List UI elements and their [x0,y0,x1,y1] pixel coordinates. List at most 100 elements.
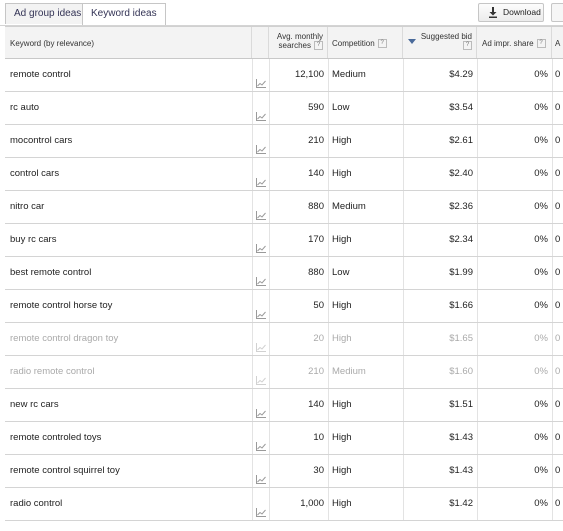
table-row[interactable]: remote controled toys 10 High $1.43 0% 0 [5,422,563,455]
keyword-cell[interactable]: rc auto [10,92,250,124]
column-header-competition[interactable]: Competition? [328,27,403,58]
suggested-bid-cell: $1.60 [449,366,473,377]
next-column-cell: 0 [555,267,561,278]
table-row[interactable]: best remote control 880 Low $1.99 0% 0 [5,257,563,290]
column-label-competition: Competition [332,39,375,48]
next-column-cell: 0 [555,168,561,179]
help-icon[interactable]: ? [377,39,387,49]
next-column-cell: 0 [555,69,561,80]
keyword-cell[interactable]: remote control squirrel toy [10,455,250,487]
trend-cell [252,191,269,223]
table-row[interactable]: radio control 1,000 High $1.42 0% 0 [5,488,563,521]
avg-monthly-searches-cell: 20 [313,333,324,344]
next-column-cell: 0 [555,234,561,245]
competition-cell: High [332,465,352,476]
tab-keyword-ideas[interactable]: Keyword ideas [82,3,166,26]
trend-chart-icon[interactable] [256,400,266,418]
table-row[interactable]: mocontrol cars 210 High $2.61 0% 0 [5,125,563,158]
help-icon[interactable]: ? [463,41,472,51]
keyword-cell[interactable]: control cars [10,158,250,190]
keyword-cell[interactable]: buy rc cars [10,224,250,256]
trend-chart-icon[interactable] [256,499,266,517]
tab-ad-group-ideas[interactable]: Ad group ideas [5,3,91,24]
trend-cell [252,59,269,91]
next-column-cell: 0 [555,333,561,344]
toolbar-overflow-button[interactable] [551,3,563,22]
column-header-suggested-bid[interactable]: Suggested bid ? [403,27,477,58]
trend-cell [252,290,269,322]
sort-descending-icon [408,39,416,44]
column-header-next[interactable]: A [552,27,563,58]
column-header-keyword[interactable]: Keyword (by relevance) [5,27,252,58]
competition-cell: High [332,168,352,179]
keyword-cell[interactable]: radio control [10,488,250,520]
table-row[interactable]: remote control squirrel toy 30 High $1.43 0%… [5,455,563,488]
table-row[interactable]: nitro car 880 Medium $2.36 0% 0 [5,191,563,224]
keyword-cell[interactable]: mocontrol cars [10,125,250,157]
next-column-cell: 0 [555,432,561,443]
column-divider [328,422,329,454]
keyword-cell[interactable]: new rc cars [10,389,250,421]
table-row[interactable]: radio remote control 210 Medium $1.60 0% 0 [5,356,563,389]
keyword-cell[interactable]: remote control dragon toy [10,323,250,355]
column-header-avg-monthly-searches[interactable]: Avg. monthly searches? [269,27,328,58]
help-icon[interactable]: ? [536,39,546,49]
trend-chart-icon[interactable] [256,103,266,121]
ad-impr-share-cell: 0% [534,69,548,80]
avg-monthly-searches-cell: 880 [308,267,324,278]
ad-impr-share-cell: 0% [534,366,548,377]
avg-monthly-searches-cell: 12,100 [294,69,324,80]
column-header-trend [252,27,269,58]
column-divider [328,389,329,421]
suggested-bid-cell: $3.54 [449,102,473,113]
avg-monthly-searches-cell: 140 [308,168,324,179]
trend-chart-icon[interactable] [256,136,266,154]
column-divider [328,59,329,91]
download-button[interactable]: Download [478,3,544,22]
keyword-cell[interactable]: radio remote control [10,356,250,388]
column-label-keyword: Keyword (by relevance) [10,39,95,48]
competition-cell: High [332,498,352,509]
keyword-cell[interactable]: remote controled toys [10,422,250,454]
suggested-bid-cell: $2.61 [449,135,473,146]
keyword-cell[interactable]: remote control horse toy [10,290,250,322]
help-icon[interactable]: ? [314,41,323,51]
trend-chart-icon[interactable] [256,70,266,88]
trend-chart-icon[interactable] [256,301,266,319]
table-row[interactable]: remote control horse toy 50 High $1.66 0% 0 [5,290,563,323]
table-row[interactable]: remote control 12,100 Medium $4.29 0% 0 [5,59,563,92]
next-column-cell: 0 [555,465,561,476]
trend-chart-icon[interactable] [256,169,266,187]
next-column-cell: 0 [555,300,561,311]
table-row[interactable]: rc auto 590 Low $3.54 0% 0 [5,92,563,125]
column-divider [328,257,329,289]
trend-cell [252,488,269,520]
table-row[interactable]: remote control dragon toy 20 High $1.65 0% 0 [5,323,563,356]
competition-cell: Medium [332,201,366,212]
trend-chart-icon[interactable] [256,367,266,385]
column-header-ad-impr-share[interactable]: Ad impr. share? [477,27,552,58]
trend-chart-icon[interactable] [256,235,266,253]
trend-chart-icon[interactable] [256,334,266,352]
column-divider [328,356,329,388]
suggested-bid-cell: $1.66 [449,300,473,311]
trend-chart-icon[interactable] [256,433,266,451]
keyword-cell[interactable]: remote control [10,59,250,91]
table-row[interactable]: buy rc cars 170 High $2.34 0% 0 [5,224,563,257]
trend-chart-icon[interactable] [256,268,266,286]
keyword-ideas-table: Keyword (by relevance) Avg. monthly sear… [5,26,563,521]
trend-chart-icon[interactable] [256,202,266,220]
competition-cell: High [332,333,352,344]
avg-monthly-searches-cell: 210 [308,135,324,146]
trend-chart-icon[interactable] [256,466,266,484]
column-label-suggested-bid: Suggested bid [420,32,472,41]
ad-impr-share-cell: 0% [534,267,548,278]
table-row[interactable]: control cars 140 High $2.40 0% 0 [5,158,563,191]
table-row[interactable]: new rc cars 140 High $1.51 0% 0 [5,389,563,422]
competition-cell: High [332,234,352,245]
keyword-cell[interactable]: best remote control [10,257,250,289]
trend-cell [252,356,269,388]
column-divider [328,290,329,322]
keyword-cell[interactable]: nitro car [10,191,250,223]
suggested-bid-cell: $2.36 [449,201,473,212]
